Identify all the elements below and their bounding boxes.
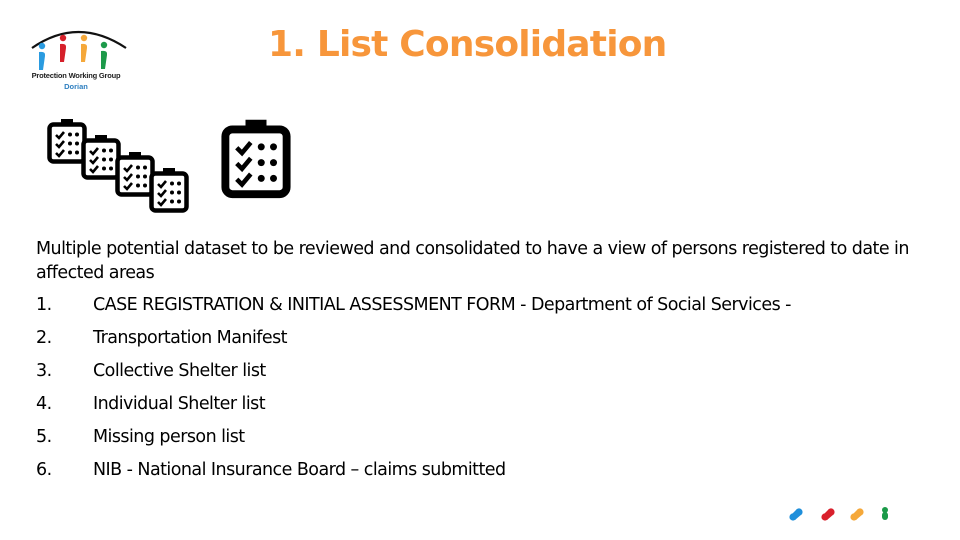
logo-figure-body xyxy=(39,51,46,70)
list-item: 2. Transportation Manifest xyxy=(36,322,936,355)
list-item: 4. Individual Shelter list xyxy=(36,388,936,421)
single-list-clipboard-icon xyxy=(221,118,291,204)
logo-text: Protection Working Group xyxy=(31,71,121,80)
list-item-number: 3. xyxy=(36,361,52,381)
list-item-text: CASE REGISTRATION & INITIAL ASSESSMENT F… xyxy=(93,295,791,315)
content-body: Multiple potential dataset to be reviewe… xyxy=(36,237,936,487)
list-item: 5. Missing person list xyxy=(36,421,936,454)
logo-figure-head xyxy=(38,42,46,50)
list-item-text: Transportation Manifest xyxy=(93,328,288,348)
list-item-number: 2. xyxy=(36,328,52,348)
footer-dot xyxy=(821,508,835,521)
list-item-text: NIB - National Insurance Board – claims … xyxy=(93,460,506,480)
list-item-number: 4. xyxy=(36,394,52,414)
footer-decoration xyxy=(789,507,888,521)
list-item-number: 1. xyxy=(36,295,52,315)
logo-figure-body xyxy=(60,43,67,62)
logo-figure-body xyxy=(81,43,88,62)
logo-figure-body xyxy=(101,50,108,69)
organization-logo: Protection Working Group Dorian xyxy=(28,24,128,96)
list-item-text: Missing person list xyxy=(93,427,245,447)
list-item-text: Collective Shelter list xyxy=(93,361,266,381)
list-item-number: 5. xyxy=(36,427,52,447)
footer-dot xyxy=(789,508,803,521)
slide-title: 1. List Consolidation xyxy=(268,24,667,65)
intro-paragraph: Multiple potential dataset to be reviewe… xyxy=(36,239,909,283)
dataset-list: 1. CASE REGISTRATION & INITIAL ASSESSMENT… xyxy=(36,289,936,487)
logo-subtext: Dorian xyxy=(64,82,88,91)
footer-dot xyxy=(850,508,864,521)
logo-figure-head xyxy=(59,34,67,42)
list-item: 1. CASE REGISTRATION & INITIAL ASSESSMENT… xyxy=(36,289,936,322)
clipboard-icon xyxy=(149,167,189,218)
footer-dot xyxy=(882,507,888,520)
logo-figure-head xyxy=(100,41,108,49)
list-item-text: Individual Shelter list xyxy=(93,394,266,414)
logo-figures-icon xyxy=(31,31,127,70)
logo-figure-head xyxy=(80,34,88,42)
list-item: 3. Collective Shelter list xyxy=(36,355,936,388)
list-item: 6. NIB - National Insurance Board – claim… xyxy=(36,454,936,487)
list-item-number: 6. xyxy=(36,460,52,480)
